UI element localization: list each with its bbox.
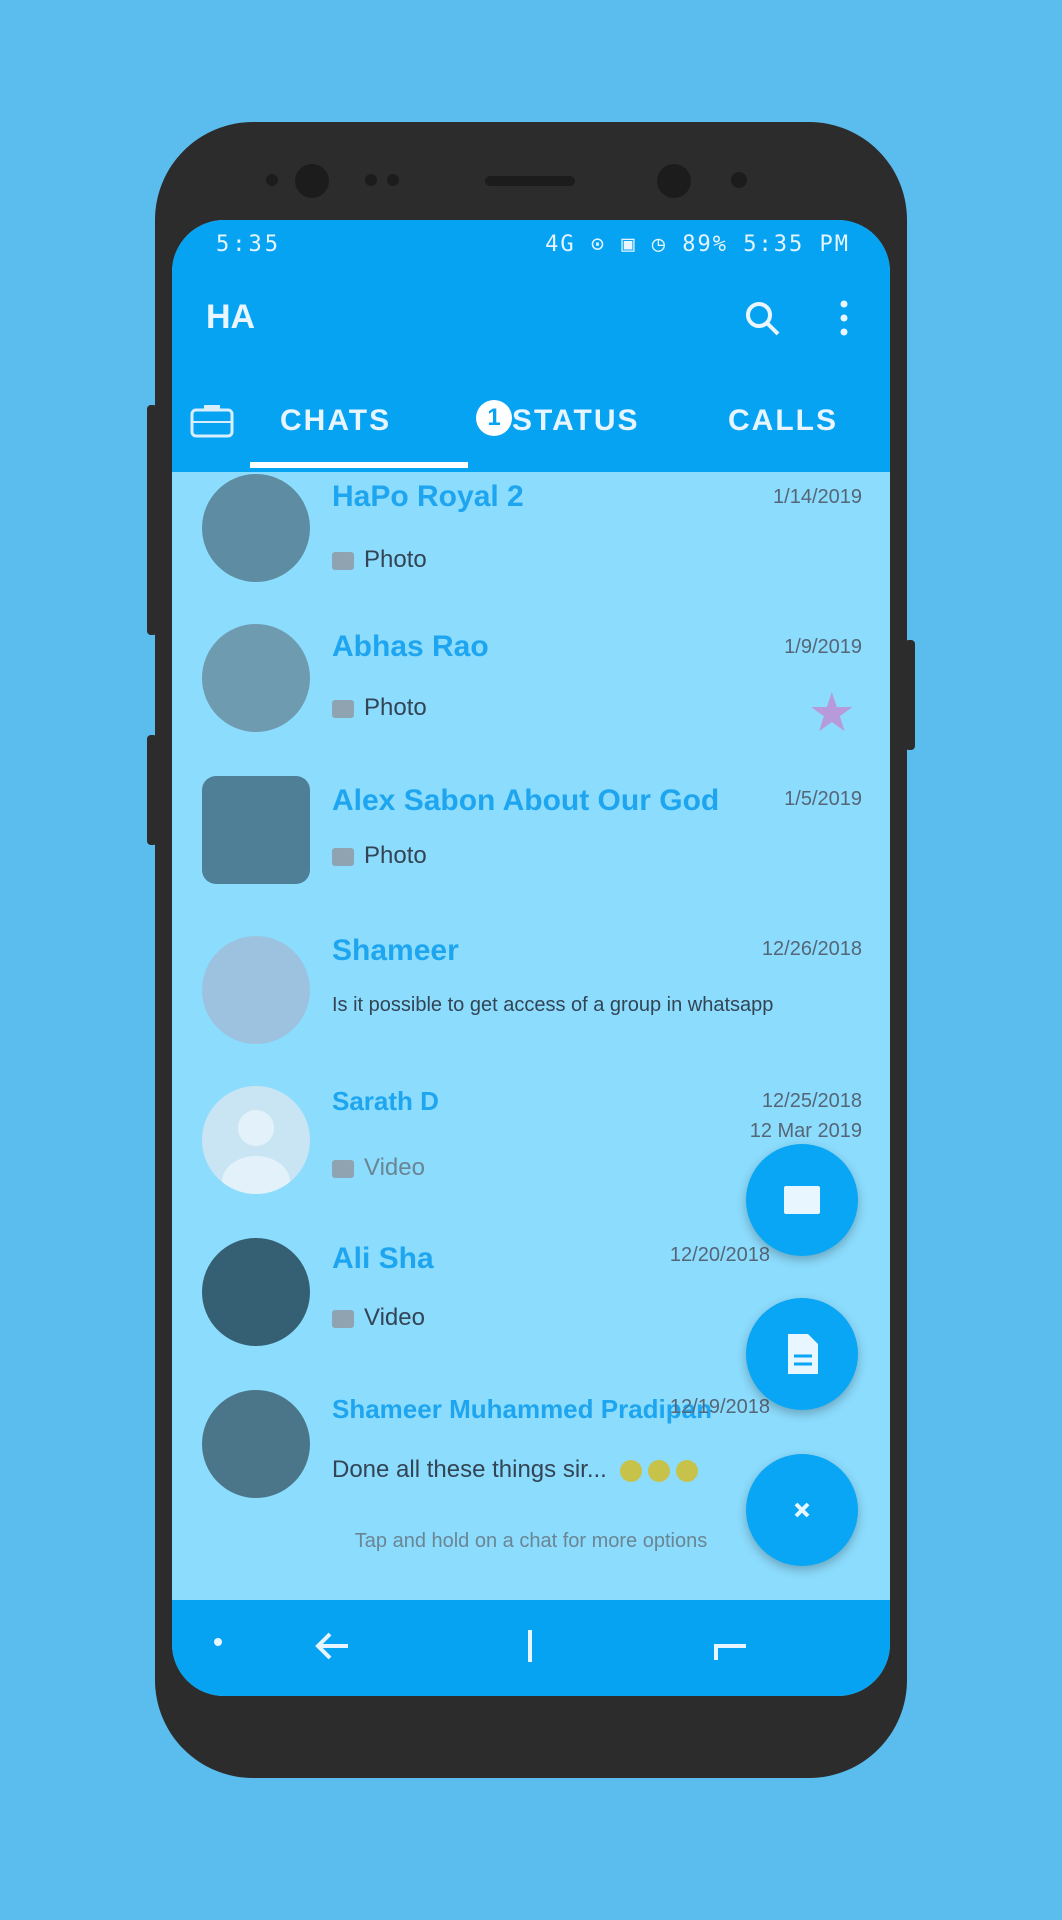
close-icon [794,1502,810,1518]
tab-status[interactable]: STATUS [512,404,640,438]
chat-preview-text: Done all these things sir... [332,1456,607,1483]
sensor-dot [365,174,377,186]
emoji-icon [675,1459,698,1482]
avatar[interactable] [202,624,310,732]
photo-icon [332,551,354,570]
star-icon: ★ [807,683,856,743]
dot-icon [214,1638,222,1646]
chat-name: Shameer Muhammed Pradipan [332,1394,712,1424]
avatar[interactable] [202,1238,310,1346]
chat-preview-text: Photo [364,842,427,869]
chat-preview: Video [332,1154,425,1182]
chat-preview: Photo [332,842,427,870]
chat-name: Ali Sha [332,1242,434,1275]
chat-date: 12 Mar 2019 [749,1120,862,1142]
chat-preview: Video [332,1304,425,1332]
chat-row[interactable]: Shameer 12/26/2018 Is it possible to get… [172,928,890,1080]
app-bar: HA [172,268,890,368]
chat-time: 12/25/2018 [761,1090,862,1112]
sensor-dot [387,174,399,186]
new-document-fab[interactable] [746,1298,858,1410]
chat-preview: Done all these things sir... [332,1456,698,1484]
document-icon [788,1334,818,1374]
tab-chats[interactable]: CHATS [280,404,391,438]
chat-row[interactable]: Abhas Rao 1/9/2019 Photo ★ [172,624,890,776]
avatar[interactable] [202,474,310,582]
avatar[interactable] [202,1086,310,1194]
chat-name: HaPo Royal 2 [332,480,524,513]
more-vert-icon[interactable] [834,298,854,338]
iris-scanner [657,164,691,198]
app-title: HA [206,298,256,336]
chat-preview: Photo [332,694,427,722]
tab-indicator [250,462,468,468]
chat-time: 12/26/2018 [761,938,862,960]
close-fab[interactable] [746,1454,858,1566]
tab-bar: CHATS 1 STATUS CALLS [172,368,890,472]
chat-time: 1/14/2019 [773,486,862,508]
chat-preview-text: Photo [364,546,427,573]
chat-time: 1/9/2019 [784,636,862,658]
chat-preview: Is it possible to get access of a group … [332,994,773,1017]
earpiece-speaker [485,176,575,186]
video-icon [332,1159,354,1178]
phone-screen: 5:35 4G ⊙ ▣ ◷ 89% 5:35 PM HA CHATS 1 STA… [172,220,890,1696]
chat-row[interactable]: Alex Sabon About Our God 1/5/2019 Photo [172,776,890,928]
sensor-dot [731,172,747,188]
status-time: 5:35 [216,232,281,257]
chat-name: Shameer [332,934,459,967]
emoji-icon [619,1459,642,1482]
avatar[interactable] [202,776,310,884]
front-camera [295,164,329,198]
chat-name: Alex Sabon About Our God [332,784,720,817]
new-message-fab[interactable] [746,1144,858,1256]
status-bar: 5:35 4G ⊙ ▣ ◷ 89% 5:35 PM [172,220,890,268]
chats-unread-badge: 1 [476,400,512,436]
chat-time: 1/5/2019 [784,788,862,810]
video-icon [332,1309,354,1328]
home-icon[interactable] [520,1626,540,1666]
photo-icon [332,847,354,866]
sensor-dot [266,174,278,186]
camera-icon[interactable] [190,404,234,438]
chat-row[interactable]: HaPo Royal 2 1/14/2019 Photo [172,472,890,624]
search-icon[interactable] [742,298,782,338]
emoji-icon [647,1459,670,1482]
navigation-bar [172,1600,890,1696]
chat-name: Abhas Rao [332,630,489,663]
avatar[interactable] [202,936,310,1044]
default-avatar-icon [222,1110,290,1194]
chat-preview-text: Photo [364,694,427,721]
recents-icon[interactable] [712,1626,752,1666]
message-icon [784,1186,820,1214]
chat-preview: Photo [332,546,427,574]
back-arrow-icon[interactable] [312,1626,352,1666]
chat-preview-text: Video [364,1154,425,1181]
status-icons: 4G ⊙ ▣ ◷ 89% 5:35 PM [545,232,850,257]
chat-preview-text: Video [364,1304,425,1331]
tab-calls[interactable]: CALLS [728,404,838,438]
chat-list: HaPo Royal 2 1/14/2019 Photo Abhas Rao 1… [172,472,890,1596]
avatar[interactable] [202,1390,310,1498]
chat-name: Sarath D [332,1086,439,1116]
photo-icon [332,699,354,718]
chat-preview-text: Is it possible to get access of a group … [332,994,774,1016]
